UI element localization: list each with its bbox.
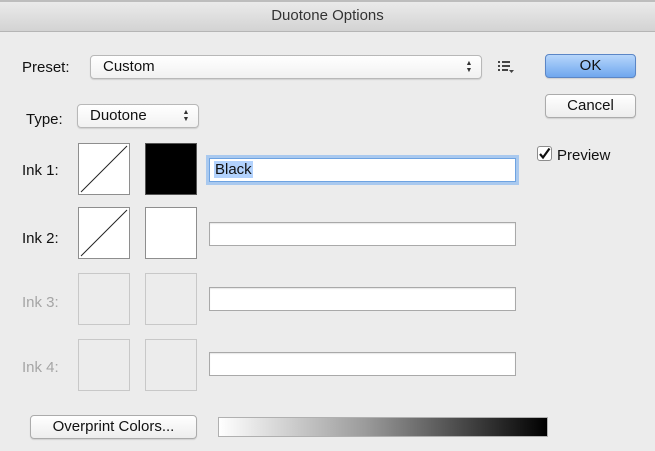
checkmark-icon bbox=[539, 147, 551, 160]
ink3-curve-box bbox=[78, 273, 130, 325]
up-down-arrows-icon: ▲ ▼ bbox=[465, 60, 473, 74]
preview-checkbox[interactable] bbox=[537, 146, 552, 161]
ink2-label: Ink 2: bbox=[22, 230, 59, 247]
list-menu-icon[interactable] bbox=[497, 59, 515, 75]
ink4-label: Ink 4: bbox=[22, 359, 59, 376]
type-popup[interactable]: Duotone ▲ ▼ bbox=[77, 104, 199, 128]
overprint-colors-button[interactable]: Overprint Colors... bbox=[30, 415, 197, 439]
preview-label: Preview bbox=[557, 147, 611, 164]
ink1-name-field[interactable]: Black bbox=[209, 158, 516, 182]
type-label: Type: bbox=[26, 111, 63, 128]
ink1-curve-box[interactable] bbox=[78, 143, 130, 195]
title-bar-edge bbox=[0, 0, 655, 2]
preset-label: Preset: bbox=[22, 59, 70, 76]
diagonal-curve-icon bbox=[80, 145, 128, 193]
ink2-color-swatch[interactable] bbox=[145, 207, 197, 259]
title-bar: Duotone Options bbox=[0, 0, 655, 32]
ink1-color-swatch[interactable] bbox=[145, 143, 197, 195]
diagonal-curve-icon bbox=[80, 209, 128, 257]
ok-button[interactable]: OK bbox=[545, 54, 636, 78]
ink4-name-field bbox=[209, 352, 516, 376]
ink3-color-swatch bbox=[145, 273, 197, 325]
ink4-curve-box bbox=[78, 339, 130, 391]
ink4-color-swatch bbox=[145, 339, 197, 391]
up-down-arrows-icon: ▲ ▼ bbox=[182, 109, 190, 123]
cancel-button[interactable]: Cancel bbox=[545, 94, 636, 118]
ink2-name-field[interactable] bbox=[209, 222, 516, 246]
ink2-curve-box[interactable] bbox=[78, 207, 130, 259]
preset-value: Custom bbox=[103, 58, 155, 75]
ink1-name-text: Black bbox=[214, 161, 253, 178]
ink1-label: Ink 1: bbox=[22, 162, 59, 179]
ink3-name-field bbox=[209, 287, 516, 311]
type-value: Duotone bbox=[90, 107, 147, 124]
duotone-gradient-bar bbox=[218, 417, 548, 437]
ink3-label: Ink 3: bbox=[22, 294, 59, 311]
preset-popup[interactable]: Custom ▲ ▼ bbox=[90, 55, 482, 79]
window-title: Duotone Options bbox=[271, 7, 384, 24]
